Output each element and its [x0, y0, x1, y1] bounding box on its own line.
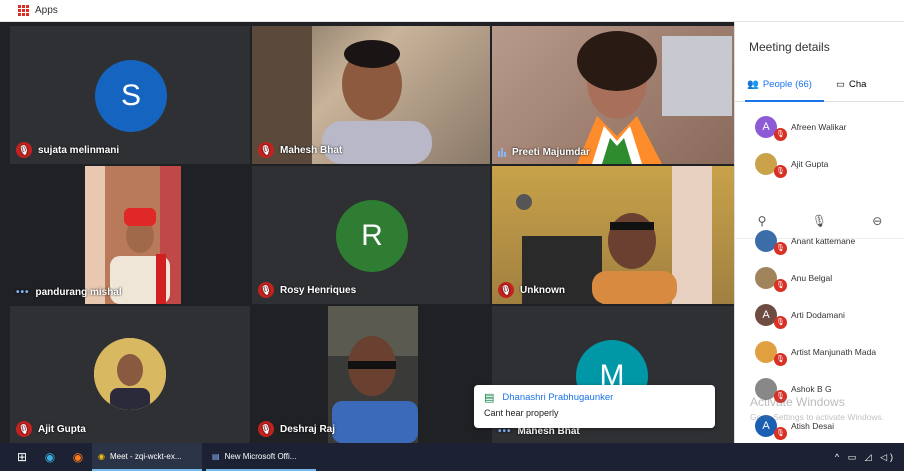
video-grid: S 🎙 sujata melinmani 🎙 Mahesh Bhat Preeti … — [0, 22, 734, 443]
mic-off-icon: 🎙 — [774, 352, 787, 366]
participant-name: Arti Dodamani — [791, 309, 845, 320]
participant-tile[interactable]: Preeti Majumdar — [492, 26, 734, 164]
windows-start-icon[interactable]: ⊞ — [8, 443, 36, 471]
avatar: 🎙 — [755, 340, 787, 366]
list-item[interactable]: A 🎙 Arti Dodamani — [735, 296, 904, 333]
screen: Apps S 🎙 sujata melinmani 🎙 Mahesh Bhat Pr… — [0, 0, 904, 471]
participant-tile[interactable]: 🎙 Deshraj Raj — [252, 306, 490, 443]
participant-name: Afreen Walikar — [791, 121, 847, 132]
participant-avatar — [94, 338, 166, 410]
apps-grid-icon[interactable] — [18, 5, 29, 16]
participant-tile[interactable]: 🎙 Unknown — [492, 166, 734, 304]
avatar: 🎙 — [755, 229, 787, 255]
participant-name: Ashok B G — [791, 383, 832, 394]
participant-name: Ajit Gupta — [38, 423, 86, 435]
document-icon: ▤ — [212, 451, 220, 461]
participant-name: Deshraj Raj — [280, 423, 336, 435]
tab-chat[interactable]: ▭ Cha — [824, 68, 878, 102]
tab-people[interactable]: 👥 People (66) — [735, 68, 824, 102]
toast-message: Cant hear properly — [484, 408, 559, 418]
chat-message-icon: ▤ — [484, 392, 495, 404]
mic-off-icon: 🎙 — [258, 421, 274, 437]
chrome-icon: ◉ — [98, 451, 105, 461]
people-list-top: A 🎙 Afreen Walikar 🎙 Ajit Gupta — [735, 108, 904, 182]
participant-tile[interactable]: S 🎙 sujata melinmani — [10, 26, 250, 164]
chat-notification[interactable]: ▤ Dhanashri Prabhugaunker Cant hear prope… — [474, 385, 715, 428]
avatar: 🎙 — [755, 152, 787, 178]
participant-name: Preeti Majumdar — [512, 147, 590, 158]
toast-sender: Dhanashri Prabhugaunker — [502, 392, 614, 403]
mic-off-icon: 🎙 — [774, 315, 787, 329]
mic-off-icon: 🎙 — [16, 421, 32, 437]
list-item[interactable]: 🎙 Anu Belgal — [735, 259, 904, 296]
list-item[interactable]: A 🎙 Afreen Walikar — [735, 108, 904, 145]
firefox-icon[interactable]: ◉ — [64, 443, 92, 471]
participant-name: Rosy Henriques — [280, 284, 357, 296]
meeting-details-panel: Meeting details 👥 People (66) ▭ Cha A 🎙 Afre… — [734, 22, 904, 443]
list-item[interactable]: 🎙 Artist Manjunath Mada — [735, 333, 904, 370]
taskbar-app-meet[interactable]: ◉ Meet - zqi-wckt-ex... — [92, 443, 202, 471]
participant-tile[interactable]: 🎙 Ajit Gupta — [10, 306, 250, 443]
mic-off-icon: 🎙 — [16, 142, 32, 158]
mic-off-icon: 🎙 — [774, 241, 787, 255]
participant-name: Anu Belgal — [791, 272, 833, 283]
mic-off-icon: 🎙 — [774, 164, 787, 178]
mic-off-icon: 🎙 — [774, 426, 787, 440]
participant-name: Atish Desai — [791, 420, 834, 431]
speaking-indicator-icon — [498, 148, 506, 157]
avatar: A 🎙 — [755, 115, 787, 141]
mic-off-icon: 🎙 — [258, 282, 274, 298]
participant-tile[interactable]: ••• pandurang mishal — [10, 166, 250, 304]
activation-watermark-sub: Go to Settings to activate Windows. — [750, 412, 885, 422]
list-item[interactable]: 🎙 Anant kattemane — [735, 222, 904, 259]
participant-name: sujata melinmani — [38, 144, 120, 156]
panel-title: Meeting details — [749, 40, 830, 54]
avatar: 🎙 — [755, 266, 787, 292]
list-item[interactable]: 🎙 Ajit Gupta — [735, 145, 904, 182]
participant-video — [85, 166, 181, 304]
participant-name: Anant kattemane — [791, 235, 856, 246]
avatar: A 🎙 — [755, 303, 787, 329]
participant-tile[interactable]: 🎙 Mahesh Bhat — [252, 26, 490, 164]
mic-off-icon: 🎙 — [258, 142, 274, 158]
mic-off-icon: 🎙 — [774, 278, 787, 292]
participant-name: Artist Manjunath Mada — [791, 346, 877, 357]
mic-off-icon: 🎙 — [498, 282, 514, 298]
activation-watermark: Activate Windows — [750, 395, 845, 409]
participant-avatar: R — [336, 200, 408, 272]
edge-browser-icon[interactable]: ◉ — [36, 443, 64, 471]
bookmarks-bar: Apps — [0, 0, 904, 22]
taskbar-app-word[interactable]: ▤ New Microsoft Offi... — [206, 443, 316, 471]
people-icon: 👥 — [747, 79, 759, 90]
participant-video — [577, 31, 732, 164]
system-tray[interactable]: ^ ▭ ◿ ◁) — [835, 452, 904, 463]
more-options-icon[interactable]: ••• — [16, 287, 30, 298]
participant-name: Ajit Gupta — [791, 158, 829, 169]
mic-off-icon: 🎙 — [774, 127, 787, 141]
people-list: 🎙 Anant kattemane 🎙 Anu Belgal A 🎙 Arti Doda… — [735, 222, 904, 443]
taskbar: ⊞ ◉ ◉ ◉ Meet - zqi-wckt-ex... ▤ New Micros… — [0, 443, 904, 471]
participant-name: pandurang mishal — [35, 287, 122, 298]
participant-tile[interactable]: R 🎙 Rosy Henriques — [252, 166, 490, 304]
panel-tabs: 👥 People (66) ▭ Cha — [735, 68, 904, 102]
participant-name: Unknown — [520, 284, 565, 296]
participant-name: Mahesh Bhat — [280, 144, 343, 156]
apps-bookmark[interactable]: Apps — [35, 5, 58, 16]
chat-icon: ▭ — [835, 79, 845, 90]
participant-avatar: S — [95, 60, 167, 132]
